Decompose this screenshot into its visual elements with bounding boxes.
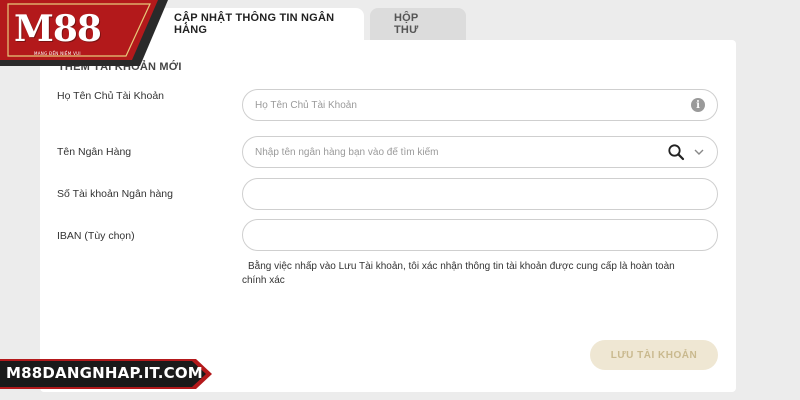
save-account-button[interactable]: LƯU TÀI KHOẢN [590,340,718,370]
form-row-account-holder: Họ Tên Chủ Tài Khoản i [40,89,736,121]
confirmation-note-line2: chính xác [242,275,285,286]
info-icon[interactable]: i [691,98,705,112]
form-row-account-number: Số Tài khoản Ngân hàng [40,178,736,210]
watermark-text: M88DANGNHAP.IT.COM [6,364,203,382]
account-holder-label: Họ Tên Chủ Tài Khoản [57,90,165,102]
tab-inbox[interactable]: HỘP THƯ [370,8,466,40]
account-holder-field[interactable]: i [242,89,718,121]
account-number-input[interactable] [255,188,705,200]
search-icon[interactable] [667,143,685,161]
bank-name-label: Tên Ngân Hàng [57,146,132,158]
account-holder-input[interactable] [255,99,691,111]
chevron-down-icon[interactable] [693,146,705,158]
logo-text: M88 [14,8,102,50]
account-number-field[interactable] [242,178,718,210]
iban-field[interactable] [242,219,718,251]
logo-tagline: MANG ĐẾN NIỀM VUI [34,51,81,56]
form-row-bank-name: Tên Ngân Hàng [40,136,736,168]
account-number-label: Số Tài khoản Ngân hàng [57,188,173,200]
tab-bar: CẬP NHẬT THÔNG TIN NGÂN HÀNG HỘP THƯ [150,8,466,40]
form-row-iban: IBAN (Tùy chọn) [40,219,736,251]
confirmation-note: Bằng việc nhấp vào Lưu Tài khoản, tôi xá… [242,260,718,288]
bank-name-field[interactable] [242,136,718,168]
tab-update-bank-info[interactable]: CẬP NHẬT THÔNG TIN NGÂN HÀNG [150,8,364,40]
m88-logo: M88 MANG ĐẾN NIỀM VUI [0,0,168,66]
watermark-banner: M88DANGNHAP.IT.COM [0,359,212,389]
confirmation-note-line1: Bằng việc nhấp vào Lưu Tài khoản, tôi xá… [248,261,675,272]
iban-input[interactable] [255,229,705,241]
bank-account-form-panel: THÊM TÀI KHOẢN MỚI Họ Tên Chủ Tài Khoản … [40,40,736,392]
iban-label: IBAN (Tùy chọn) [57,230,135,242]
bank-name-search-input[interactable] [255,146,667,158]
